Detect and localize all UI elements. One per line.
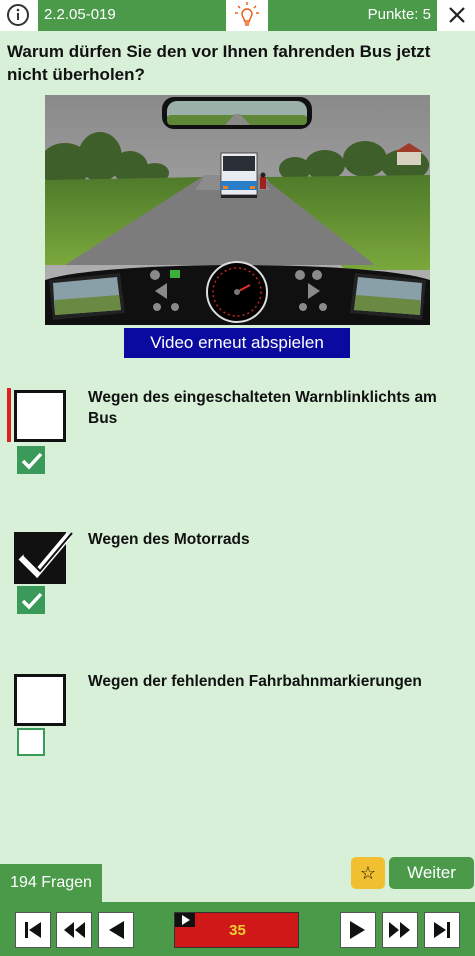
- info-icon: [7, 4, 29, 26]
- question-text: Warum dürfen Sie den vor Ihnen fahrenden…: [7, 42, 431, 84]
- solution-checkbox-3: [17, 728, 45, 756]
- answer-checkbox-3[interactable]: [14, 674, 66, 726]
- next-button[interactable]: Weiter: [389, 857, 474, 889]
- next-question-button[interactable]: [340, 912, 376, 948]
- close-icon: [449, 7, 465, 23]
- checkmark-icon: [21, 592, 43, 610]
- previous-icon: [109, 921, 124, 939]
- next-icon: [350, 921, 365, 939]
- solution-checkbox-1: [17, 446, 45, 474]
- replay-video-button[interactable]: Video erneut abspielen: [124, 328, 350, 358]
- progress-count: 35: [229, 922, 246, 939]
- last-question-button[interactable]: [424, 912, 460, 948]
- question-id-box: 2.2.05-019: [38, 0, 226, 31]
- close-button[interactable]: [438, 0, 475, 31]
- questions-count-tab[interactable]: 194 Fragen: [0, 864, 102, 902]
- skip-first-icon: [25, 922, 41, 938]
- checkmark-icon: [18, 532, 73, 579]
- answer-text-1[interactable]: Wegen des eingeschalteten Warnblinklicht…: [88, 387, 463, 429]
- star-icon: ☆: [359, 863, 377, 883]
- previous-button[interactable]: [98, 912, 134, 948]
- progress-bar[interactable]: 35: [174, 912, 299, 948]
- top-bar: 2.2.05-019 Punkte: 5: [0, 0, 475, 31]
- points-box: Punkte: 5: [268, 0, 437, 31]
- fast-forward-button[interactable]: [382, 912, 418, 948]
- skip-last-icon: [434, 922, 450, 938]
- checkmark-icon: [21, 452, 43, 470]
- wrong-answer-marker: [7, 388, 11, 442]
- question-id: 2.2.05-019: [44, 6, 116, 23]
- fast-forward-icon: [389, 922, 410, 938]
- lightbulb-icon: [235, 2, 259, 26]
- rewind-icon: [64, 922, 85, 938]
- answer-checkbox-2[interactable]: [14, 532, 73, 584]
- answer-checkbox-1[interactable]: [14, 390, 66, 442]
- video-frame[interactable]: [45, 95, 430, 325]
- info-button[interactable]: [0, 0, 36, 31]
- answer-text-3[interactable]: Wegen der fehlenden Fahrbahnmarkierungen: [88, 671, 463, 692]
- bookmark-button[interactable]: ☆: [351, 857, 385, 889]
- hint-button[interactable]: [227, 0, 267, 31]
- first-question-button[interactable]: [15, 912, 51, 948]
- navigation-bar: 35: [0, 902, 475, 956]
- answer-text-2[interactable]: Wegen des Motorrads: [88, 529, 463, 550]
- solution-checkbox-2: [17, 586, 45, 614]
- fast-back-button[interactable]: [56, 912, 92, 948]
- points-label: Punkte: 5: [367, 6, 431, 23]
